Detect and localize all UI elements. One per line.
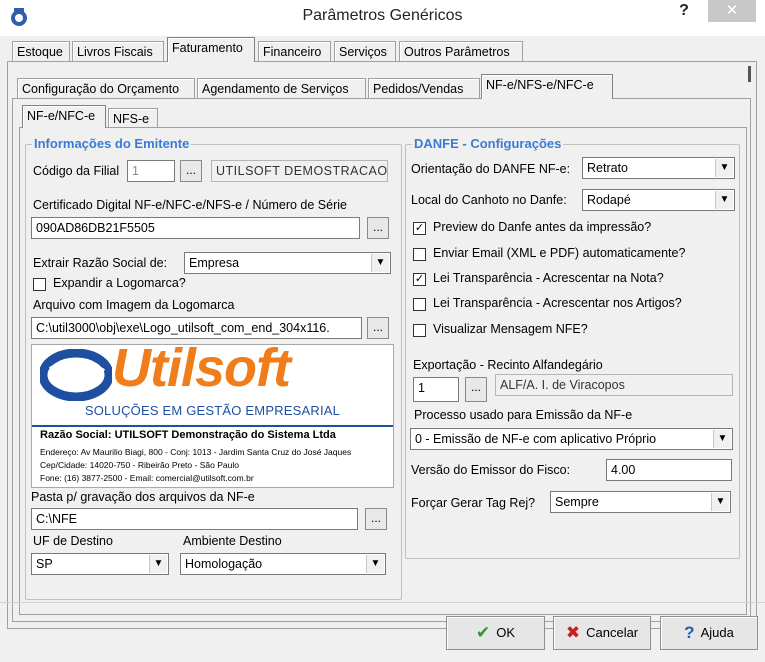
tab-scroll-indicator[interactable] [748, 66, 751, 82]
logo-preview: Utilsoft SOLUÇÕES EM GESTÃO EMPRESARIAL … [31, 344, 394, 488]
logo-endereco: Endereço: Av Maurilio Biagi, 800 - Conj:… [40, 447, 352, 457]
codigo-filial-input[interactable]: 1 [127, 160, 175, 182]
exportacao-label: Exportação - Recinto Alfandegário [413, 358, 603, 372]
utilsoft-swoosh-icon [40, 349, 112, 401]
window-title: Parâmetros Genéricos [302, 7, 463, 24]
extrair-label: Extrair Razão Social de: [33, 256, 168, 270]
forcar-tag-select[interactable]: Sempre ▼ [550, 491, 731, 513]
ok-button[interactable]: ✔ OK [446, 616, 545, 650]
codigo-filial-label: Código da Filial [33, 164, 120, 178]
pasta-label: Pasta p/ gravação dos arquivos da NF-e [31, 490, 255, 504]
visualizar-mensagem-checkbox[interactable] [413, 324, 426, 337]
lei-transparencia-artigos-checkbox[interactable] [413, 298, 426, 311]
exportacao-lookup-button[interactable]: ... [465, 377, 487, 402]
codigo-filial-lookup-button[interactable]: ... [180, 160, 202, 182]
arquivo-logo-input[interactable]: C:\util3000\obj\exe\Logo_utilsoft_com_en… [31, 317, 362, 339]
tab-nfe-nfse-nfce[interactable]: NF-e/NFS-e/NFC-e [481, 74, 613, 99]
footer-divider [0, 602, 765, 603]
certificado-lookup-button[interactable]: ... [367, 217, 389, 239]
extrair-select[interactable]: Empresa ▼ [184, 252, 391, 274]
exportacao-code-input[interactable]: 1 [413, 377, 459, 402]
empresa-nome-field: UTILSOFT DEMOSTRACAO [211, 160, 388, 182]
tab-financeiro[interactable]: Financeiro [258, 41, 331, 61]
expandir-logomarca-label: Expandir a Logomarca? [53, 276, 186, 290]
tab-estoque[interactable]: Estoque [12, 41, 70, 61]
emitente-group-title: Informações do Emitente [32, 136, 192, 151]
logo-fone: Fone: (16) 3877-2500 - Email: comercial@… [40, 473, 254, 483]
enviar-email-label: Enviar Email (XML e PDF) automaticamente… [433, 246, 686, 260]
canhoto-value: Rodapé [587, 193, 631, 207]
preview-danfe-checkbox[interactable]: ✓ [413, 222, 426, 235]
help-button-label: Ajuda [700, 625, 734, 640]
pasta-input[interactable]: C:\NFE [31, 508, 358, 530]
lei-transparencia-nota-checkbox[interactable]: ✓ [413, 273, 426, 286]
tab-nfse[interactable]: NFS-e [108, 108, 158, 128]
orientacao-value: Retrato [587, 161, 628, 175]
enviar-email-checkbox[interactable] [413, 248, 426, 261]
exportacao-desc-field: ALF/A. I. de Viracopos [495, 374, 733, 396]
processo-value: 0 - Emissão de NF-e com aplicativo Própr… [415, 432, 657, 446]
logo-cep: Cep/Cidade: 14020-750 - Ribeirão Preto -… [40, 460, 239, 470]
chevron-down-icon[interactable]: ▼ [366, 555, 384, 573]
tab-pedidos-vendas[interactable]: Pedidos/Vendas [368, 78, 480, 98]
tab-servicos[interactable]: Serviços [334, 41, 396, 61]
uf-destino-select[interactable]: SP ▼ [31, 553, 169, 575]
tab-nfe-nfce[interactable]: NF-e/NFC-e [22, 105, 106, 128]
uf-destino-label: UF de Destino [33, 534, 113, 548]
help-question-icon: ? [684, 623, 695, 642]
ambiente-destino-value: Homologação [185, 557, 263, 571]
title-bar: Parâmetros Genéricos ? ✕ [0, 0, 765, 36]
checkmark-icon: ✔ [475, 623, 491, 642]
logo-tagline: SOLUÇÕES EM GESTÃO EMPRESARIAL [84, 403, 341, 418]
lei-transparencia-artigos-label: Lei Transparência - Acrescentar nos Arti… [433, 296, 682, 310]
pasta-lookup-button[interactable]: ... [365, 508, 387, 530]
ok-button-label: OK [496, 625, 516, 640]
processo-label: Processo usado para Emissão da NF-e [414, 408, 633, 422]
help-question-button[interactable]: ? [664, 0, 704, 22]
ambiente-destino-select[interactable]: Homologação ▼ [180, 553, 386, 575]
tab-agendamento-servicos[interactable]: Agendamento de Serviços [197, 78, 366, 98]
chevron-down-icon[interactable]: ▼ [711, 493, 729, 511]
cancel-x-icon: ✖ [565, 623, 581, 642]
extrair-select-value: Empresa [189, 256, 240, 270]
logo-divider [32, 425, 393, 427]
forcar-tag-label: Forçar Gerar Tag Rej? [411, 496, 536, 510]
orientacao-select[interactable]: Retrato ▼ [582, 157, 735, 179]
cancel-button[interactable]: ✖ Cancelar [553, 616, 651, 650]
arquivo-logo-label: Arquivo com Imagem da Logomarca [33, 298, 235, 312]
logo-razao-social: Razão Social: UTILSOFT Demonstração do S… [40, 429, 336, 441]
processo-select[interactable]: 0 - Emissão de NF-e com aplicativo Própr… [410, 428, 733, 450]
close-button[interactable]: ✕ [708, 0, 756, 22]
versao-label: Versão do Emissor do Fisco: [411, 463, 571, 477]
certificado-label: Certificado Digital NF-e/NFC-e/NFS-e / N… [33, 198, 347, 212]
tab-outros-parametros[interactable]: Outros Parâmetros [399, 41, 523, 61]
help-button[interactable]: ? Ajuda [660, 616, 758, 650]
visualizar-mensagem-label: Visualizar Mensagem NFE? [433, 322, 588, 336]
chevron-down-icon[interactable]: ▼ [149, 555, 167, 573]
arquivo-logo-lookup-button[interactable]: ... [367, 317, 389, 339]
preview-danfe-label: Preview do Danfe antes da impressão? [433, 220, 652, 234]
cancel-button-label: Cancelar [586, 625, 639, 640]
orientacao-label: Orientação do DANFE NF-e: [411, 162, 571, 176]
tab-livros-fiscais[interactable]: Livros Fiscais [72, 41, 164, 61]
uf-destino-value: SP [36, 557, 53, 571]
chevron-down-icon[interactable]: ▼ [371, 254, 389, 272]
chevron-down-icon[interactable]: ▼ [715, 191, 733, 209]
versao-input[interactable]: 4.00 [606, 459, 732, 481]
tab-faturamento[interactable]: Faturamento [167, 37, 255, 62]
canhoto-label: Local do Canhoto no Danfe: [411, 193, 567, 207]
chevron-down-icon[interactable]: ▼ [713, 430, 731, 448]
lei-transparencia-nota-label: Lei Transparência - Acrescentar na Nota? [433, 271, 664, 285]
expandir-logomarca-checkbox[interactable] [33, 278, 46, 291]
tab-configuracao-orcamento[interactable]: Configuração do Orçamento [17, 78, 195, 98]
chevron-down-icon[interactable]: ▼ [715, 159, 733, 177]
logo-wordmark: Utilsoft [112, 344, 291, 398]
canhoto-select[interactable]: Rodapé ▼ [582, 189, 735, 211]
dialog-body: Estoque Livros Fiscais Faturamento Finan… [0, 36, 765, 662]
forcar-tag-value: Sempre [555, 495, 599, 509]
danfe-group-title: DANFE - Configurações [412, 136, 564, 151]
certificado-input[interactable]: 090AD86DB21F5505 [31, 217, 360, 239]
ambiente-destino-label: Ambiente Destino [183, 534, 282, 548]
